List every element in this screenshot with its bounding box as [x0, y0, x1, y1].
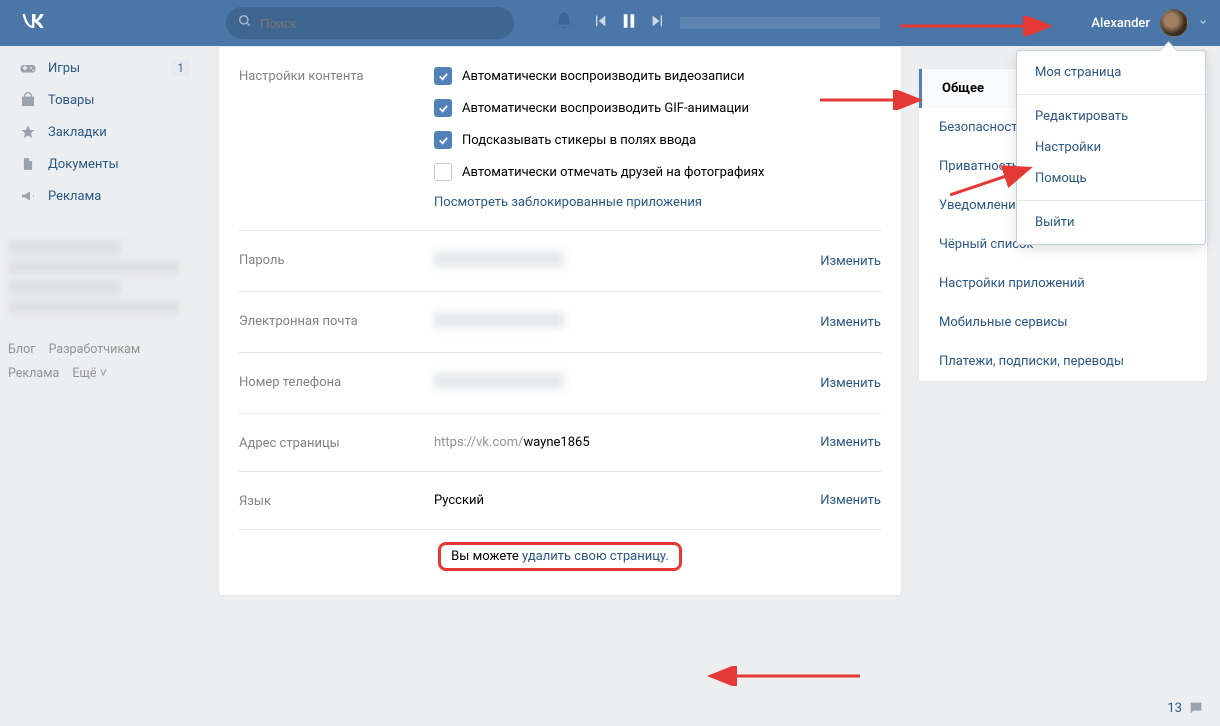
avatar	[1160, 9, 1188, 37]
bell-icon[interactable]	[554, 11, 574, 35]
check-label: Автоматически воспроизводить видеозаписи	[462, 69, 744, 84]
document-icon	[18, 154, 38, 174]
password-value-blur	[434, 251, 564, 267]
nav-label: Товары	[48, 93, 94, 108]
user-dropdown: Моя страница Редактировать Настройки Пом…	[1016, 50, 1206, 245]
email-label: Электронная почта	[239, 312, 434, 332]
star-icon	[18, 122, 38, 142]
check-auto-video[interactable]: Автоматически воспроизводить видеозаписи	[434, 67, 881, 85]
chat-counter[interactable]: 13	[1167, 700, 1204, 716]
nav-market[interactable]: Товары	[8, 84, 198, 116]
dd-edit[interactable]: Редактировать	[1017, 101, 1205, 132]
language-section: Язык Русский Изменить	[239, 472, 881, 530]
user-menu-trigger[interactable]: Alexander	[1091, 9, 1208, 37]
change-email-link[interactable]: Изменить	[820, 315, 881, 330]
rnav-apps[interactable]: Настройки приложений	[919, 264, 1207, 303]
nav-bookmarks[interactable]: Закладки	[8, 116, 198, 148]
pause-icon[interactable]	[620, 12, 638, 34]
language-label: Язык	[239, 492, 434, 509]
checkbox-icon	[434, 163, 452, 181]
checkbox-icon	[434, 131, 452, 149]
phone-label: Номер телефона	[239, 373, 434, 393]
dd-settings[interactable]: Настройки	[1017, 132, 1205, 163]
email-value-blur	[434, 312, 564, 328]
rnav-mobile[interactable]: Мобильные сервисы	[919, 303, 1207, 342]
top-header: Alexander	[0, 0, 1220, 46]
delete-page-line: Вы можете удалить свою страницу.	[239, 530, 881, 571]
prev-track-icon[interactable]	[592, 13, 608, 33]
footer-links: Блог Разработчикам Реклама Ещё ˅	[8, 338, 198, 386]
content-settings-section: Настройки контента Автоматически воспрои…	[239, 47, 881, 231]
check-auto-gif[interactable]: Автоматически воспроизводить GIF-анимаци…	[434, 99, 881, 117]
phone-section: Номер телефона Изменить	[239, 353, 881, 414]
megaphone-icon	[18, 186, 38, 206]
nav-label: Игры	[48, 61, 80, 76]
vk-logo-icon[interactable]	[18, 7, 46, 39]
settings-main-panel: Настройки контента Автоматически воспрои…	[218, 46, 902, 596]
change-address-link[interactable]: Изменить	[820, 435, 881, 450]
language-value: Русский	[434, 493, 820, 508]
change-phone-link[interactable]: Изменить	[820, 376, 881, 391]
address-label: Адрес страницы	[239, 434, 434, 451]
left-sidebar: Игры 1 Товары Закладки Документы Реклама…	[8, 52, 198, 386]
nav-label: Закладки	[48, 125, 107, 140]
footer-blog[interactable]: Блог	[8, 342, 35, 357]
delete-page-link[interactable]: удалить свою страницу.	[522, 549, 669, 564]
check-stickers[interactable]: Подсказывать стикеры в полях ввода	[434, 131, 881, 149]
nav-ads[interactable]: Реклама	[8, 180, 198, 212]
search-input[interactable]	[260, 16, 502, 31]
footer-devs[interactable]: Разработчикам	[49, 342, 141, 357]
nav-docs[interactable]: Документы	[8, 148, 198, 180]
footer-more[interactable]: Ещё ˅	[72, 366, 107, 381]
address-value: https://vk.com/wayne1865	[434, 435, 820, 450]
left-blur-placeholder	[8, 240, 198, 314]
arrow-to-delete-link	[700, 666, 870, 686]
change-language-link[interactable]: Изменить	[820, 493, 881, 508]
user-name: Alexander	[1091, 16, 1150, 31]
phone-value-blur	[434, 373, 564, 389]
password-section: Пароль Изменить	[239, 231, 881, 292]
blocked-apps-link[interactable]: Посмотреть заблокированные приложения	[434, 195, 702, 210]
check-label: Подсказывать стикеры в полях ввода	[462, 133, 696, 148]
nav-label: Реклама	[48, 189, 101, 204]
delete-highlight-box: Вы можете удалить свою страницу.	[438, 542, 682, 571]
nav-games[interactable]: Игры 1	[8, 52, 198, 84]
section-content-label: Настройки контента	[239, 67, 434, 210]
footer-ads[interactable]: Реклама	[8, 366, 59, 381]
checkbox-icon	[434, 67, 452, 85]
dd-exit[interactable]: Выйти	[1017, 207, 1205, 238]
gamepad-icon	[18, 58, 38, 78]
next-track-icon[interactable]	[650, 13, 666, 33]
check-label: Автоматически воспроизводить GIF-анимаци…	[462, 101, 749, 116]
checkbox-icon	[434, 99, 452, 117]
nav-label: Документы	[48, 157, 119, 172]
password-label: Пароль	[239, 251, 434, 271]
check-auto-tag[interactable]: Автоматически отмечать друзей на фотогра…	[434, 163, 881, 181]
search-icon	[238, 14, 252, 32]
change-password-link[interactable]: Изменить	[820, 254, 881, 269]
bag-icon	[18, 90, 38, 110]
check-label: Автоматически отмечать друзей на фотогра…	[462, 165, 764, 180]
address-section: Адрес страницы https://vk.com/wayne1865 …	[239, 414, 881, 472]
rnav-payments[interactable]: Платежи, подписки, переводы	[919, 342, 1207, 381]
nav-badge: 1	[171, 60, 190, 76]
dd-help[interactable]: Помощь	[1017, 163, 1205, 194]
delete-prefix: Вы можете	[451, 549, 522, 564]
email-section: Электронная почта Изменить	[239, 292, 881, 353]
chevron-down-icon	[1198, 16, 1208, 31]
search-box[interactable]	[226, 7, 514, 39]
track-title-blur	[680, 17, 880, 29]
dd-my-page[interactable]: Моя страница	[1017, 57, 1205, 88]
